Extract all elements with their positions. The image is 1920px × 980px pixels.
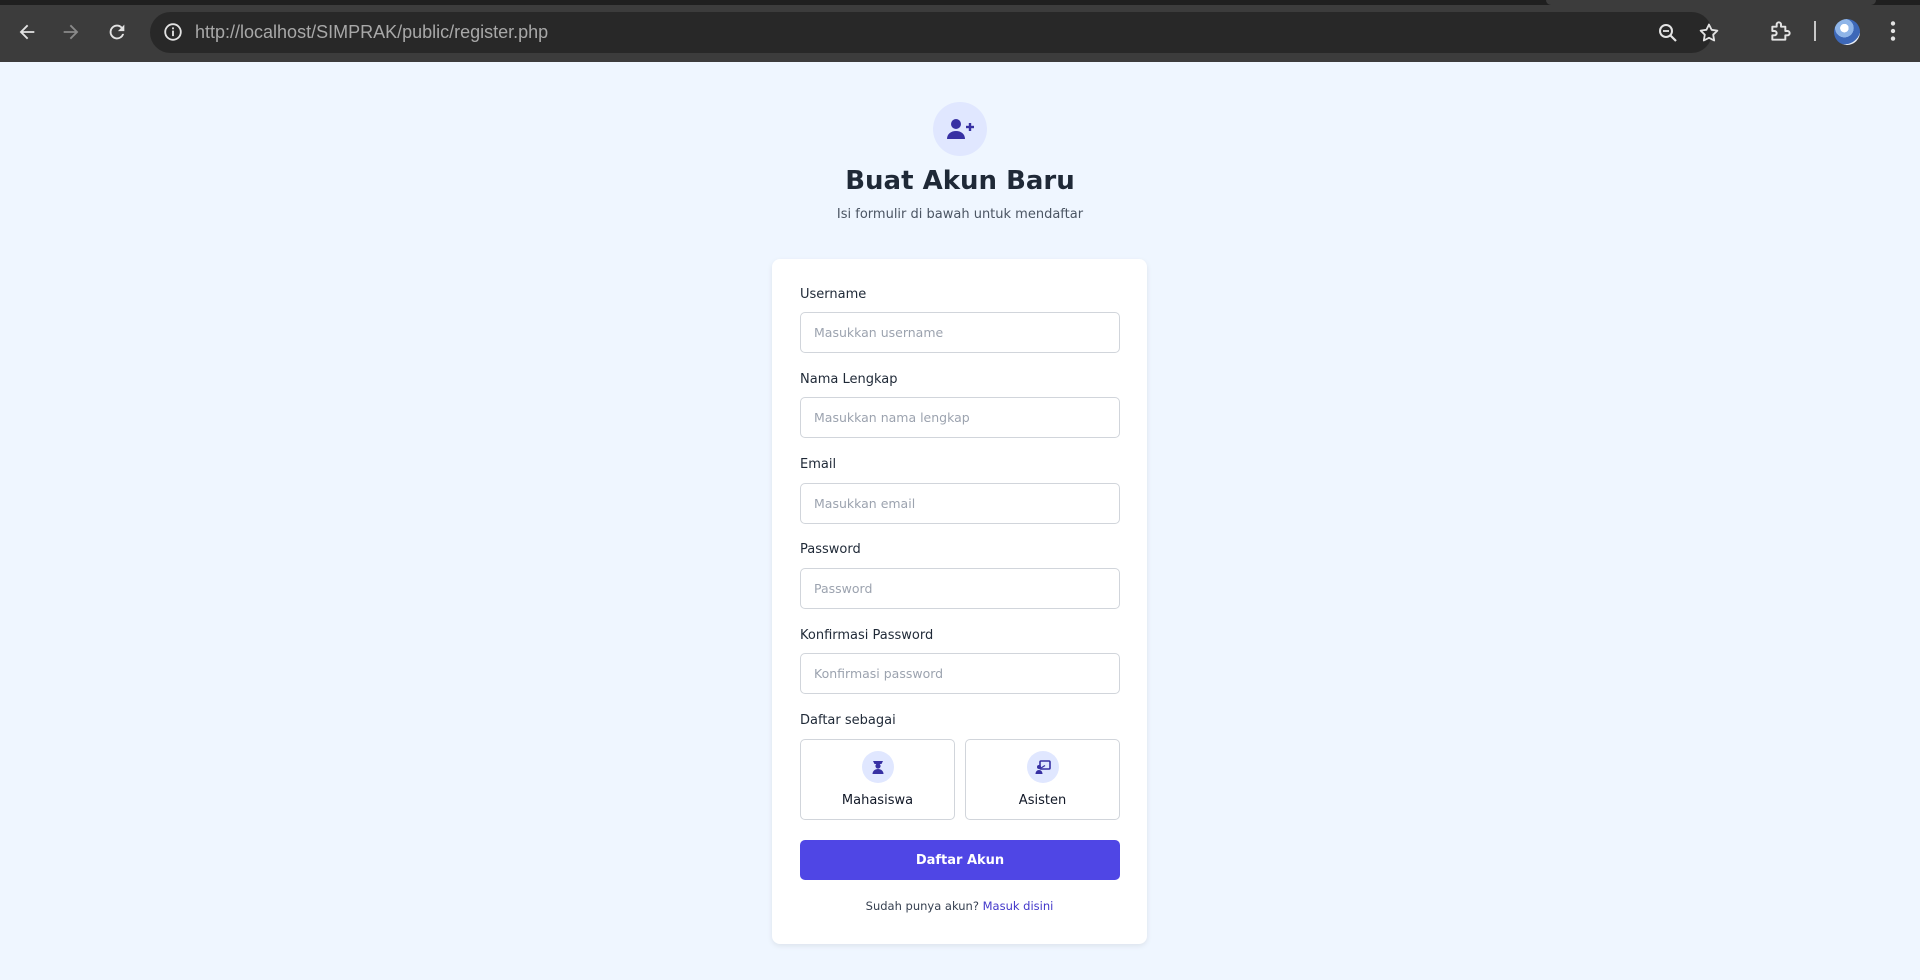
role-label: Daftar sebagai <box>800 713 896 728</box>
teacher-icon <box>1035 760 1051 774</box>
login-prompt-text: Sudah punya akun? <box>865 899 979 913</box>
active-tab-edge <box>1546 0 1876 5</box>
username-label: Username <box>800 287 867 302</box>
profile-avatar[interactable] <box>1834 19 1860 45</box>
page-title: Buat Akun Baru <box>845 166 1075 196</box>
more-menu-icon[interactable] <box>1880 18 1906 44</box>
tab-strip <box>0 0 1920 5</box>
login-prompt: Sudah punya akun? Masuk disini <box>772 899 1147 913</box>
user-plus-icon <box>947 119 974 139</box>
back-button[interactable] <box>9 14 45 50</box>
full-name-input[interactable] <box>800 397 1120 438</box>
username-input[interactable] <box>800 312 1120 353</box>
student-icon <box>872 761 884 774</box>
forward-icon <box>63 24 79 40</box>
toolbar-separator <box>1814 21 1816 41</box>
login-link[interactable]: Masuk disini <box>983 899 1054 913</box>
full-name-label: Nama Lengkap <box>800 372 898 387</box>
email-label: Email <box>800 457 837 472</box>
browser-toolbar: http://localhost/SIMPRAK/public/register… <box>0 0 1920 62</box>
extensions-icon[interactable] <box>1768 18 1794 44</box>
confirm-password-input[interactable] <box>800 653 1120 694</box>
reload-button[interactable] <box>99 14 135 50</box>
address-bar[interactable]: http://localhost/SIMPRAK/public/register… <box>150 12 1719 53</box>
confirm-password-label: Konfirmasi Password <box>800 628 934 643</box>
email-input[interactable] <box>800 483 1120 524</box>
role-option-asisten[interactable]: Asisten <box>965 739 1120 820</box>
role-label-asisten: Asisten <box>1018 793 1067 808</box>
url-text[interactable]: http://localhost/SIMPRAK/public/register… <box>195 12 548 53</box>
password-label: Password <box>800 542 861 557</box>
role-option-mahasiswa[interactable]: Mahasiswa <box>800 739 955 820</box>
forward-button[interactable] <box>53 14 89 50</box>
register-card: Username Nama Lengkap Email Password Kon… <box>772 259 1147 944</box>
reload-icon <box>109 24 125 40</box>
role-icon-circle <box>1027 751 1059 783</box>
header-icon-circle <box>933 102 987 156</box>
site-info-icon[interactable] <box>162 21 184 43</box>
register-submit-button[interactable]: Daftar Akun <box>800 840 1120 880</box>
zoom-icon[interactable] <box>1656 21 1680 45</box>
role-label-mahasiswa: Mahasiswa <box>841 793 914 808</box>
bookmark-star-icon[interactable] <box>1697 21 1721 45</box>
role-icon-circle <box>862 751 894 783</box>
back-icon <box>19 24 35 40</box>
page-subtitle: Isi formulir di bawah untuk mendaftar <box>836 207 1084 222</box>
password-input[interactable] <box>800 568 1120 609</box>
